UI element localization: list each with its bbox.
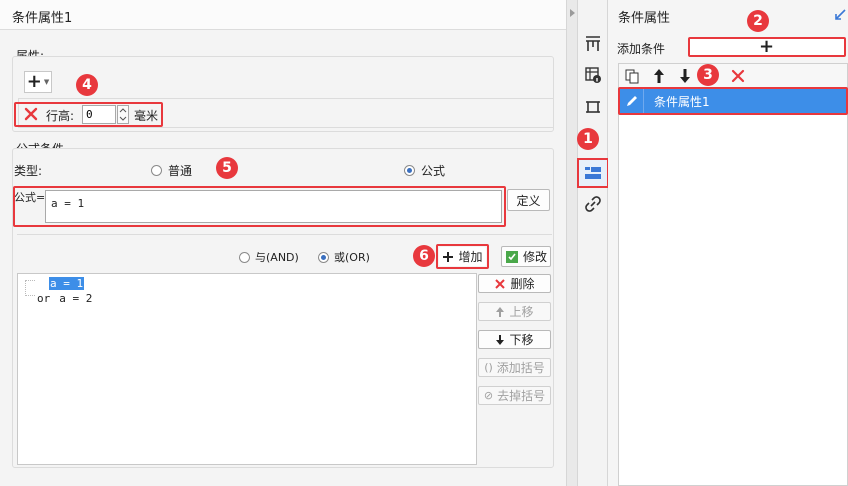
type-option-formula[interactable]: 公式 [404, 162, 445, 179]
arrow-down-icon [496, 334, 505, 345]
define-button[interactable]: 定义 [507, 189, 550, 211]
add-condition-field[interactable]: + [688, 36, 846, 57]
add-button-label: 增加 [458, 250, 483, 264]
tree-line [25, 280, 35, 296]
add-condition-button[interactable]: 增加 [439, 247, 486, 266]
side-toolbar [577, 0, 609, 486]
row-height-input[interactable] [82, 105, 116, 124]
modify-button-label: 修改 [522, 250, 547, 264]
cell-element-icon[interactable] [579, 93, 607, 121]
add-condition-label: 添加条件 [617, 42, 666, 56]
move-down-label: 下移 [509, 333, 534, 347]
dropdown-caret-icon: ▼ [43, 78, 50, 86]
condition-editor-panel: 条件属性1 属性: + ▼ 行高: 毫米 公式条件 类型: 普通 公式 公式= … [0, 0, 566, 486]
badge-5: 5 [216, 157, 238, 179]
formula-text: a = 1 [51, 197, 85, 210]
formula-input[interactable]: a = 1 [45, 190, 502, 223]
cell-info-icon[interactable] [579, 61, 607, 89]
condition-expression: a = 2 [59, 291, 93, 305]
copy-icon[interactable] [624, 68, 640, 84]
logic-and-label: 与(AND) [255, 251, 299, 264]
badge-4: 4 [76, 74, 98, 96]
move-down-button[interactable]: 下移 [478, 330, 551, 349]
collapse-arrow-icon [570, 9, 575, 17]
delete-icon[interactable] [730, 68, 746, 84]
logic-or-label: 或(OR) [334, 251, 370, 264]
badge-3: 3 [697, 64, 719, 86]
modify-condition-button[interactable]: 修改 [501, 246, 551, 267]
expand-corner-icon [835, 9, 846, 20]
radio-normal[interactable] [151, 165, 162, 176]
separator [17, 234, 552, 235]
condition-attribute-icon[interactable] [577, 158, 609, 188]
type-label: 类型: [14, 164, 43, 178]
move-up-button[interactable]: 上移 [478, 302, 551, 321]
arrow-up-icon [496, 306, 505, 317]
radio-formula[interactable] [404, 165, 415, 176]
plus-icon: + [26, 71, 42, 92]
list-item[interactable]: or a = 2 [37, 291, 92, 305]
plus-icon: + [759, 36, 775, 57]
panel-splitter[interactable] [566, 0, 578, 486]
panel-header: 条件属性1 [0, 0, 566, 30]
radio-and[interactable] [239, 251, 250, 263]
move-up-label: 上移 [509, 305, 534, 319]
hyperlink-icon[interactable] [579, 190, 607, 218]
parens-icon: () [484, 361, 493, 374]
condition-attribute-panel: 条件属性 添加条件 + 条件属性1 [608, 0, 848, 486]
remove-parens-icon: ⊘ [483, 389, 494, 402]
modify-icon [505, 250, 518, 263]
plus-icon [443, 251, 454, 262]
remove-parens-label: 去掉括号 [497, 389, 546, 403]
row-height-spinner[interactable] [117, 105, 129, 124]
condition-connector: or [37, 291, 51, 305]
condition-list-container [618, 63, 848, 486]
remove-parens-button[interactable]: ⊘ 去掉括号 [478, 386, 551, 405]
delete-property-icon[interactable] [23, 106, 39, 122]
list-item[interactable]: a = 1 [37, 276, 85, 290]
list-item[interactable]: 条件属性1 [620, 89, 846, 113]
condition-list[interactable]: a = 1 or a = 2 [17, 273, 477, 465]
badge-6: 6 [413, 245, 435, 267]
type-option-normal-label: 普通 [168, 164, 193, 178]
badge-2: 2 [747, 10, 769, 32]
panel-title: 条件属性1 [12, 11, 73, 26]
row-height-label: 行高: [46, 109, 75, 123]
panel-title: 条件属性 [618, 11, 671, 26]
define-button-label: 定义 [516, 193, 541, 208]
type-option-normal[interactable]: 普通 [151, 162, 192, 179]
add-property-button[interactable]: + ▼ [24, 71, 52, 93]
radio-or[interactable] [318, 251, 329, 263]
frozen-icon[interactable] [579, 30, 607, 58]
condition-expression: a = 1 [49, 276, 85, 290]
logic-option-and[interactable]: 与(AND) [239, 249, 299, 265]
delete-icon [495, 278, 506, 289]
list-item-label: 条件属性1 [654, 94, 710, 109]
add-parens-button[interactable]: () 添加括号 [478, 358, 551, 377]
badge-1: 1 [577, 128, 599, 150]
unit-label: 毫米 [134, 109, 159, 123]
delete-button[interactable]: 删除 [478, 274, 551, 293]
arrow-up-icon[interactable] [652, 68, 666, 84]
edit-pencil-icon[interactable] [620, 89, 644, 113]
add-parens-label: 添加括号 [496, 361, 545, 375]
arrow-down-icon[interactable] [678, 68, 692, 84]
type-option-formula-label: 公式 [421, 164, 446, 178]
logic-option-or[interactable]: 或(OR) [318, 249, 370, 265]
delete-button-label: 删除 [510, 277, 535, 291]
